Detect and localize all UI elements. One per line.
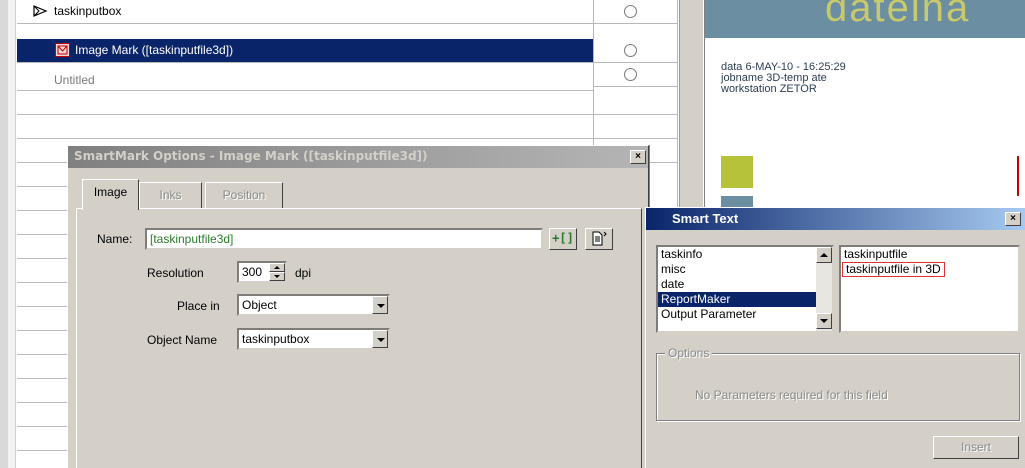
resolution-label: Resolution xyxy=(147,266,204,280)
object-name-select[interactable]: taskinputbox xyxy=(237,328,390,350)
category-item[interactable]: date xyxy=(658,277,832,292)
tree-row-label: taskinputbox xyxy=(54,4,122,18)
spin-up-arrow-icon[interactable] xyxy=(269,263,285,272)
dialog-title: Smart Text xyxy=(672,211,739,226)
field-list[interactable]: taskinputfile taskinputfile in 3D xyxy=(839,245,1020,333)
scroll-track[interactable] xyxy=(816,263,832,313)
category-item[interactable]: Output Parameter xyxy=(658,307,832,322)
preview-banner-text: dateina xyxy=(825,0,971,30)
row-radio[interactable] xyxy=(624,5,637,18)
close-button[interactable]: × xyxy=(1005,212,1021,226)
radio-cell xyxy=(594,115,678,139)
preview-info-line: workstation ZETOR xyxy=(721,83,817,95)
tree-row-empty[interactable] xyxy=(17,91,593,115)
object-name-value: taskinputbox xyxy=(242,332,310,346)
resolution-stepper[interactable]: 300 xyxy=(237,261,287,283)
radio-cell xyxy=(594,63,678,87)
row-radio[interactable] xyxy=(624,68,637,81)
scroll-up-icon[interactable] xyxy=(816,247,832,263)
place-in-select[interactable]: Object xyxy=(237,294,390,316)
smart-text-dialog: Smart Text × taskinfo misc date ReportMa… xyxy=(645,207,1025,468)
category-item[interactable]: misc xyxy=(658,262,832,277)
place-in-label: Place in xyxy=(177,299,220,313)
close-button[interactable]: × xyxy=(630,150,646,164)
smartmark-options-dialog: SmartMark Options - Image Mark ([taskinp… xyxy=(67,145,649,468)
dialog-titlebar[interactable]: SmartMark Options - Image Mark ([taskinp… xyxy=(68,146,648,168)
dialog-titlebar[interactable]: Smart Text × xyxy=(646,208,1025,230)
insert-smart-text-icon: +[] xyxy=(552,231,574,245)
tree-row-untitled[interactable]: Untitled xyxy=(17,63,593,91)
spin-down-arrow-icon[interactable] xyxy=(269,272,285,281)
resolution-spinner[interactable] xyxy=(269,263,285,281)
object-name-label: Object Name xyxy=(147,333,218,347)
insert-smart-text-button[interactable]: +[] xyxy=(549,228,577,250)
tree-left-border xyxy=(0,0,8,468)
place-in-value: Object xyxy=(242,298,277,312)
options-group-title: Options xyxy=(665,346,713,360)
tab-position[interactable]: Position xyxy=(205,182,283,208)
resolution-value: 300 xyxy=(242,265,263,279)
resolution-unit: dpi xyxy=(295,266,312,280)
preview-red-mark xyxy=(1017,156,1019,196)
category-item-selected[interactable]: ReportMaker xyxy=(658,292,832,307)
preview-banner: dateina xyxy=(705,0,1025,38)
scrollbar[interactable] xyxy=(816,247,832,331)
tree-row-label: Image Mark ([taskinputfile3d]) xyxy=(75,43,234,57)
insert-button[interactable]: Insert xyxy=(933,436,1019,459)
preview-color-patch xyxy=(721,156,753,188)
radio-cell xyxy=(594,0,678,24)
radio-cell xyxy=(594,39,678,63)
image-tab-panel: Name: [taskinputfile3d] +[] Resolution 3… xyxy=(76,208,642,468)
field-item-highlighted[interactable]: taskinputfile in 3D xyxy=(842,262,945,277)
category-item[interactable]: taskinfo xyxy=(658,247,832,262)
category-list[interactable]: taskinfo misc date ReportMaker Output Pa… xyxy=(656,245,834,333)
chevron-down-icon[interactable] xyxy=(372,330,388,348)
name-field[interactable]: [taskinputfile3d] xyxy=(145,228,543,250)
row-radio[interactable] xyxy=(624,44,637,57)
image-mark-icon xyxy=(55,43,70,57)
options-message: No Parameters required for this field xyxy=(695,388,888,402)
document-menu-button[interactable] xyxy=(585,228,613,250)
tree-row-empty[interactable] xyxy=(17,115,593,139)
dialog-title: SmartMark Options - Image Mark ([taskinp… xyxy=(74,149,428,163)
radio-cell xyxy=(594,91,678,115)
tree-row-label: Untitled xyxy=(54,73,95,87)
scroll-down-icon[interactable] xyxy=(816,313,832,329)
chevron-down-icon[interactable] xyxy=(372,296,388,314)
tree-row-image-mark[interactable]: Image Mark ([taskinputfile3d]) xyxy=(17,39,593,63)
options-group: Options No Parameters required for this … xyxy=(656,346,1020,421)
preview-job-info: data 6-MAY-10 - 16:25:29 jobname 3D-temp… xyxy=(721,62,846,95)
tab-inks[interactable]: Inks xyxy=(139,182,202,208)
name-label: Name: xyxy=(97,232,133,246)
doc-icon xyxy=(592,231,607,246)
field-item[interactable]: taskinputfile xyxy=(841,247,1018,262)
tree-row-taskinputbox[interactable]: taskinputbox xyxy=(17,0,593,24)
tab-image[interactable]: Image xyxy=(82,179,139,210)
object-box-icon xyxy=(33,5,48,17)
